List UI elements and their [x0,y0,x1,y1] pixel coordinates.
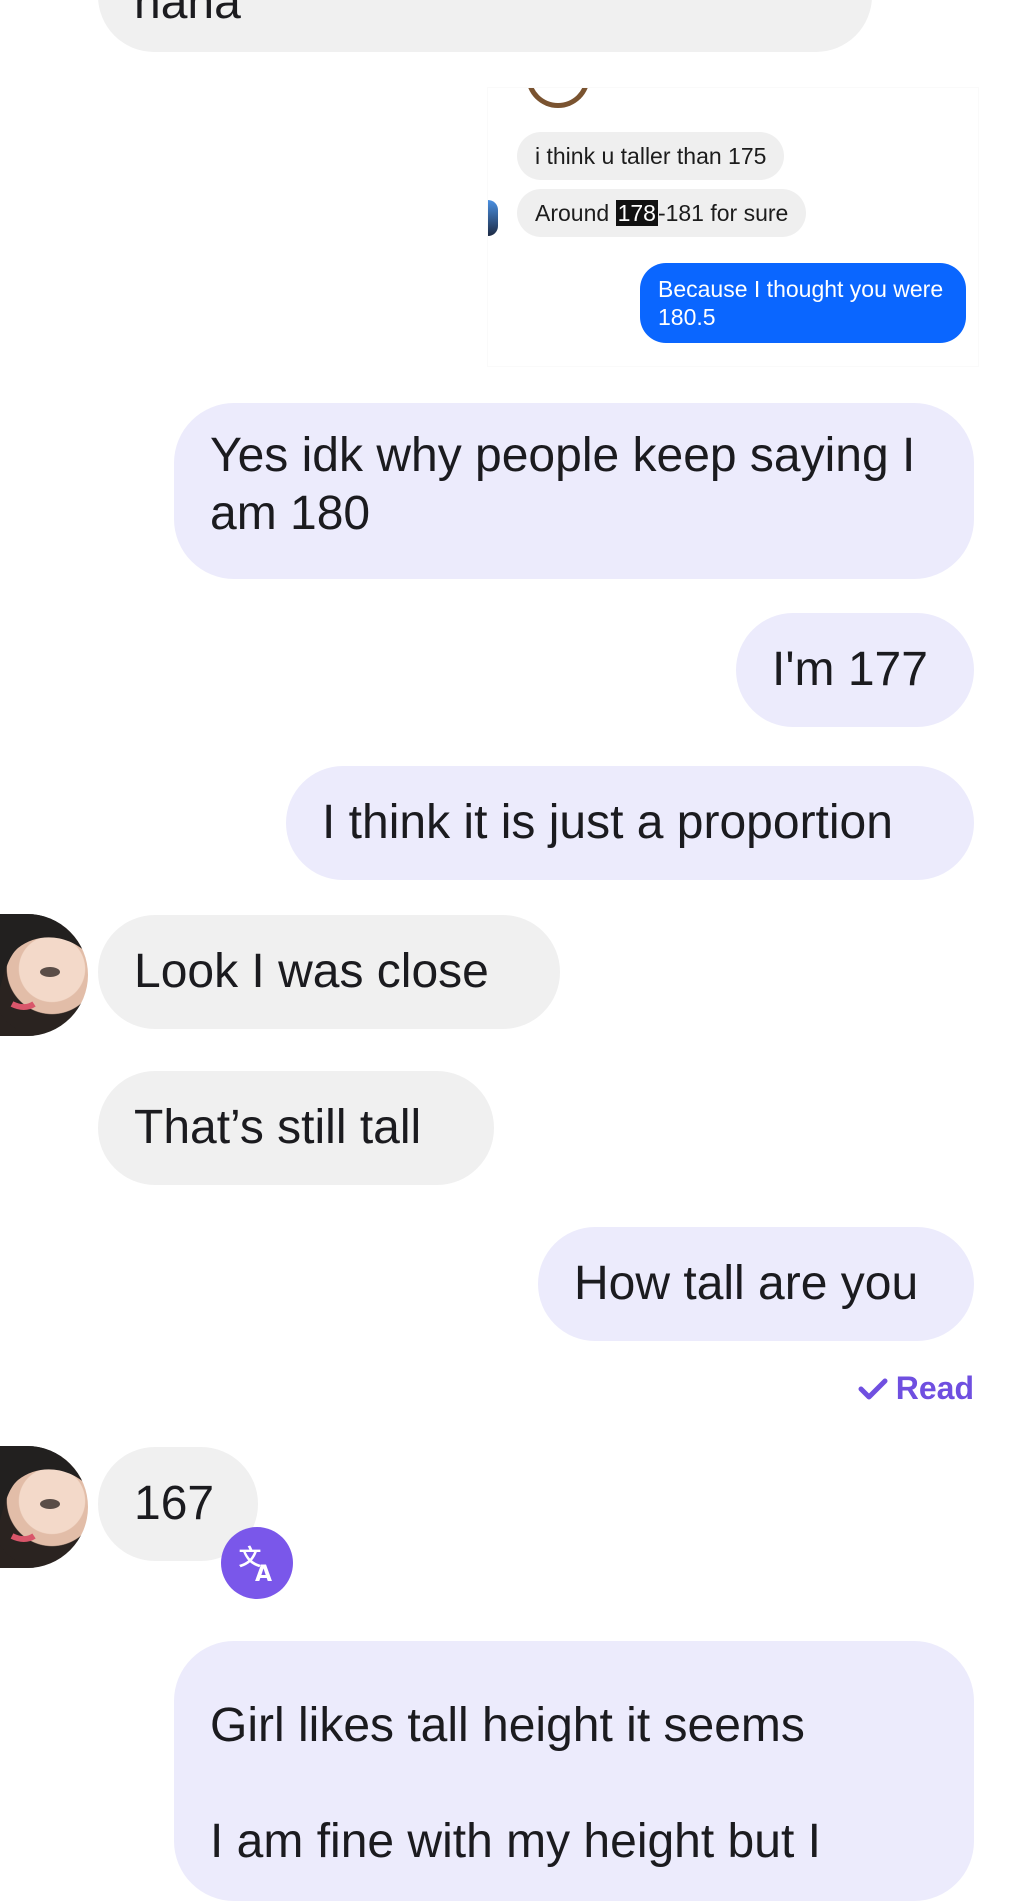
message-bubble-outgoing[interactable]: I'm 177 [736,613,974,727]
message-text: Yes idk why people keep saying I am 180 [210,429,916,540]
read-receipt: Read [858,1370,974,1407]
message-bubble-outgoing[interactable]: I think it is just a proportion [286,766,974,880]
message-text: 167 [134,1477,215,1530]
message-text: haha [134,0,241,29]
message-bubble-outgoing[interactable]: Girl likes tall height it seems I am fin… [174,1641,974,1901]
message-text: How tall are you [574,1257,919,1310]
message-text: That’s still tall [134,1101,422,1154]
highlighted-text: 178 [615,200,658,226]
message-bubble-outgoing[interactable]: Yes idk why people keep saying I am 180 [174,403,974,579]
screenshot-message-text: Around [535,200,616,226]
message-text: Girl likes tall height it seems [210,1699,805,1752]
message-bubble-incoming[interactable]: haha [98,0,872,52]
message-bubble-outgoing[interactable]: How tall are you [538,1227,974,1341]
message-bubble-incoming[interactable]: Look I was close [98,915,560,1029]
avatar-edge-icon [488,200,498,236]
screenshot-message-text: i think u taller than 175 [535,143,767,169]
screenshot-message-text: -181 for sure [657,200,789,226]
message-bubble-incoming[interactable]: That’s still tall [98,1071,494,1185]
shared-screenshot-image[interactable]: i think u taller than 175 Around 178-181… [488,88,978,366]
contact-avatar[interactable] [0,914,88,1036]
message-text: I think it is just a proportion [322,796,893,849]
read-status-text: Read [895,1370,974,1406]
screenshot-reply-text: Because I thought you were 180.5 [658,276,944,330]
svg-text:A: A [255,1562,272,1585]
screenshot-reply: Because I thought you were 180.5 [640,263,966,343]
screenshot-message: Around 178-181 for sure [517,189,807,237]
screenshot-message: i think u taller than 175 [517,132,785,180]
avatar-icon [526,88,590,108]
message-text: I'm 177 [772,643,928,696]
contact-avatar[interactable] [0,1446,88,1568]
translate-icon: 文 A [239,1545,272,1585]
message-text: I am fine with my height but I [210,1815,821,1868]
translate-button[interactable]: 文 A [221,1527,293,1599]
checkmark-icon [858,1378,888,1399]
message-text: Look I was close [134,945,489,998]
